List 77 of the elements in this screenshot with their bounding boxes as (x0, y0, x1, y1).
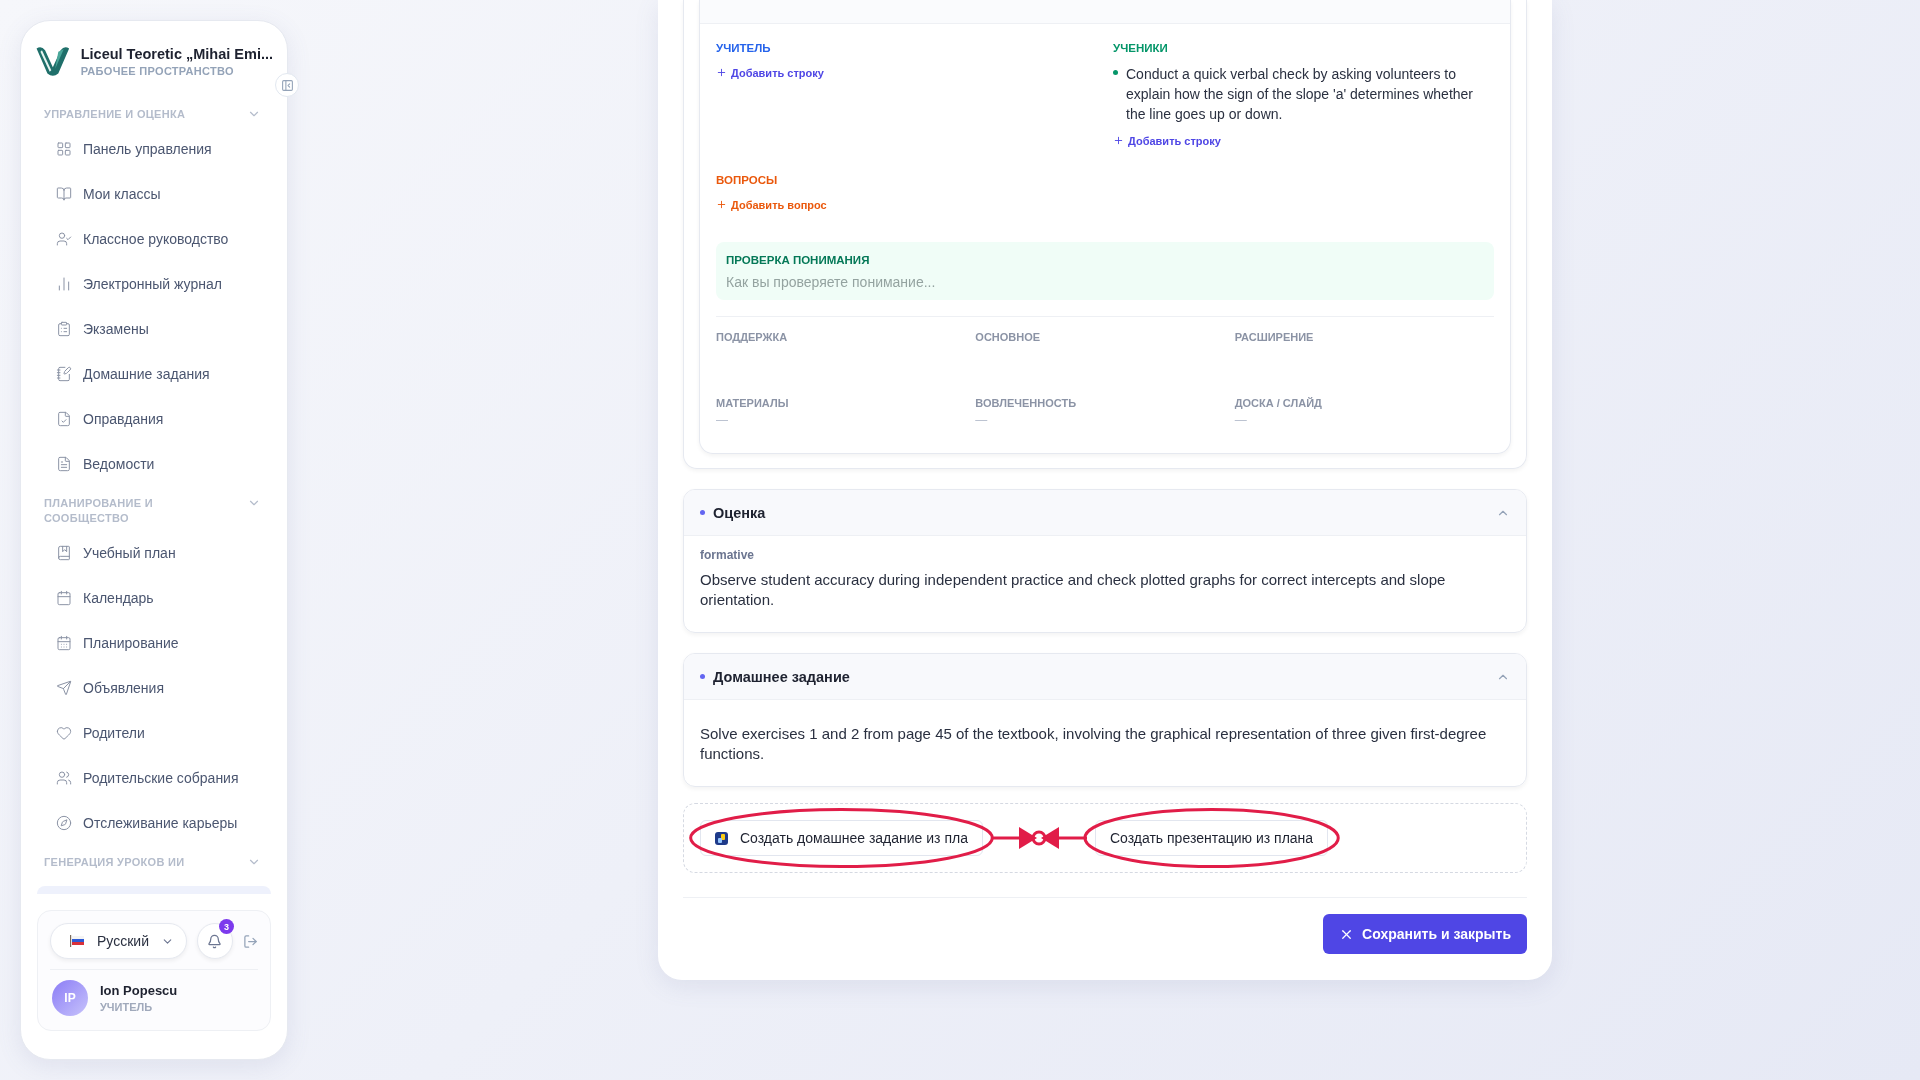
section-toggle[interactable]: Оценка (684, 490, 1526, 536)
section-toggle[interactable]: Домашнее задание (684, 654, 1526, 700)
student-activity: Conduct a quick verbal check by asking volunteers to explain how the sign of the slope 'a' determines whether the line goes up or down. (1126, 65, 1474, 124)
nav-item[interactable]: Классное руководство (35, 216, 273, 261)
calendar-icon (56, 589, 72, 606)
notification-count: 3 (218, 919, 234, 934)
user-check-icon (56, 230, 72, 247)
user-name: Ion Popescu (100, 983, 178, 998)
send-icon (56, 679, 72, 696)
file-check-icon (56, 410, 72, 427)
nav-item[interactable]: Планирование (35, 620, 273, 665)
create-from-plan-button[interactable]: Создать презентацию из плана (1094, 820, 1329, 856)
section-text: Observe student accuracy during independent practice and check plotted graphs for correct intercepts and slope orientation. (700, 570, 1447, 610)
bookmark-book-icon (56, 544, 72, 561)
panel-collapse-icon (280, 78, 294, 92)
field-label: ОСНОВНОЕ (975, 331, 1042, 343)
column-heading: УЧЕНИКИ (1113, 42, 1169, 54)
school-name: Liceul Teoretic „Mihai Emi... (80, 45, 273, 62)
section-heading: ВОПРОСЫ (716, 174, 779, 186)
add-row-link[interactable]: Добавить строку (1113, 134, 1221, 147)
section-text: Solve exercises 1 and 2 from page 45 of the textbook, involving the graphical representation of three given first-degree functions. (700, 724, 1488, 764)
nav-item[interactable]: Мои классы (35, 171, 273, 216)
compass-icon (56, 814, 72, 831)
nav-item[interactable]: Оправдания (35, 396, 273, 441)
heart-icon (56, 724, 72, 741)
collapse-sidebar-button[interactable] (275, 73, 299, 97)
language-select[interactable]: Русский (50, 923, 187, 959)
plus-icon (716, 67, 727, 78)
clipboard-icon (56, 320, 72, 337)
field-label: МАТЕРИАЛЫ (716, 397, 790, 409)
plus-icon (1113, 135, 1124, 146)
field-label: РАСШИРЕНИЕ (1234, 331, 1315, 343)
book-icon (56, 185, 72, 202)
comprehension-check-field[interactable]: ПРОВЕРКА ПОНИМАНИЯ Как вы проверяете понимание... (716, 242, 1494, 300)
logout-button[interactable] (242, 933, 258, 949)
app-icon (715, 831, 728, 845)
nav-item[interactable]: Объявления (35, 665, 273, 710)
field-value: — (716, 413, 729, 427)
user-avatar: IP (52, 980, 88, 1016)
nav-item[interactable]: Отслеживание карьеры (35, 800, 273, 845)
bullet-dot (700, 674, 705, 679)
users-icon (56, 769, 72, 786)
nav-item[interactable]: Родители (35, 710, 273, 755)
add-question-link[interactable]: Добавить вопрос (716, 198, 827, 211)
field-heading: ПРОВЕРКА ПОНИМАНИЯ (726, 254, 871, 266)
field-value: — (1234, 413, 1248, 427)
user-role: УЧИТЕЛЬ (100, 1001, 154, 1013)
plus-icon (716, 199, 727, 210)
notebook-pen-icon (56, 365, 72, 382)
save-and-close-button[interactable]: Сохранить и закрыть (1323, 914, 1527, 954)
nav-item[interactable]: Учебный план (35, 530, 273, 575)
bullet-dot (1113, 70, 1118, 75)
nav-item[interactable]: Ведомости (35, 441, 273, 486)
create-from-plan-button[interactable]: Создать домашнее задание из пла (700, 820, 983, 856)
add-row-link[interactable]: Добавить строку (716, 66, 824, 79)
grid-icon (56, 140, 72, 157)
flag-icon (69, 935, 85, 947)
document-icon (56, 455, 72, 472)
nav-item[interactable]: Родительские собрания (35, 755, 273, 800)
workspace-label: РАБОЧЕЕ ПРОСТРАНСТВО (80, 64, 235, 77)
nav-item[interactable]: Календарь (35, 575, 273, 620)
bullet-dot (700, 510, 705, 515)
nav-item[interactable]: Панель управления (35, 126, 273, 171)
field-label: ПОДДЕРЖКА (716, 331, 789, 343)
nav-item[interactable]: Электронный журнал (35, 261, 273, 306)
calendar-icon (56, 634, 72, 651)
bell-icon (207, 933, 223, 949)
nav-item[interactable]: Экзамены (35, 306, 273, 351)
comprehension-input[interactable]: Как вы проверяете понимание... (726, 274, 1484, 290)
field-label: ДОСКА / СЛАЙД (1234, 397, 1323, 409)
nav-item[interactable]: Домашние задания (35, 351, 273, 396)
field-value: — (975, 413, 989, 427)
assessment-type: formative (700, 548, 756, 562)
column-heading: УЧИТЕЛЬ (716, 42, 772, 54)
logout-icon (242, 933, 258, 949)
bar-chart-icon (56, 275, 72, 292)
field-label: ВОВЛЕЧЕННОСТЬ (975, 397, 1078, 409)
